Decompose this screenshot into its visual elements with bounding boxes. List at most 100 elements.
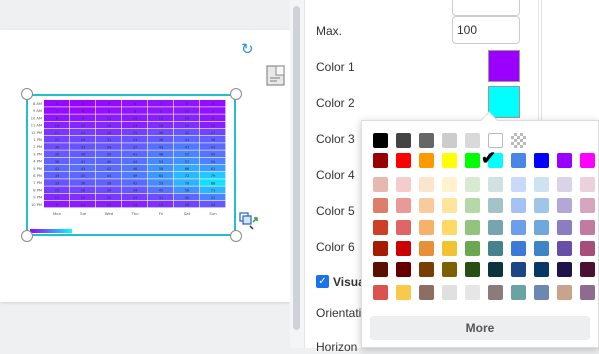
more-colors-button[interactable]: More: [370, 316, 590, 340]
color-swatch[interactable]: [465, 285, 480, 300]
color-swatch[interactable]: [511, 133, 526, 148]
color-swatch[interactable]: [419, 153, 434, 168]
color-swatch[interactable]: [557, 241, 572, 256]
color-swatch[interactable]: [396, 198, 411, 213]
visual-checkbox[interactable]: ✓: [316, 275, 329, 288]
resize-handle-top-left[interactable]: [21, 88, 33, 100]
heatmap-cell-label: 31: [107, 138, 112, 142]
color-swatch[interactable]: [396, 241, 411, 256]
color-swatch[interactable]: [465, 262, 480, 277]
color-swatch[interactable]: [557, 198, 572, 213]
color-swatch[interactable]: [419, 177, 434, 192]
heatmap-chart[interactable]: 3 2 4 6 7 8 58 AM5 4 6 8 9 10 79 AM8 9 11 10 12 14 910 AM1…: [28, 96, 234, 234]
color-swatch[interactable]: [534, 177, 549, 192]
color-swatch[interactable]: [419, 262, 434, 277]
color-swatch[interactable]: [442, 262, 457, 277]
color-swatch[interactable]: [580, 198, 595, 213]
resize-handle-top-right[interactable]: [230, 88, 242, 100]
color-swatch[interactable]: [373, 241, 388, 256]
color-swatch[interactable]: [534, 153, 549, 168]
color-swatch[interactable]: [488, 133, 503, 148]
color-swatch[interactable]: [442, 153, 457, 168]
color-swatch[interactable]: [419, 285, 434, 300]
color-swatch[interactable]: [488, 262, 503, 277]
heatmap-cell-label: 38: [211, 138, 216, 142]
color-swatch[interactable]: [511, 177, 526, 192]
color-swatch[interactable]: [511, 198, 526, 213]
color-swatch[interactable]: [373, 177, 388, 192]
resize-handle-bottom-left[interactable]: [21, 230, 33, 242]
color-swatch[interactable]: [511, 153, 526, 168]
color-swatch[interactable]: [373, 262, 388, 277]
color-swatch[interactable]: [580, 285, 595, 300]
color-swatch[interactable]: [580, 220, 595, 235]
min-value-input[interactable]: [452, 0, 520, 16]
color1-swatch[interactable]: [488, 50, 520, 82]
resize-handle-bottom-right[interactable]: [230, 230, 242, 242]
color-swatch[interactable]: [396, 133, 411, 148]
color-swatch[interactable]: [442, 241, 457, 256]
color-swatch[interactable]: [557, 220, 572, 235]
color-swatch[interactable]: [396, 153, 411, 168]
heatmap-row-label: 4 PM: [33, 160, 42, 164]
color-swatch[interactable]: [373, 285, 388, 300]
color-swatch[interactable]: [396, 262, 411, 277]
heatmap-cell-label: 19: [159, 203, 164, 207]
color-swatch[interactable]: [557, 153, 572, 168]
color-swatch[interactable]: [511, 241, 526, 256]
color2-swatch[interactable]: [488, 86, 520, 118]
color-swatch[interactable]: [419, 220, 434, 235]
color-swatch[interactable]: [557, 262, 572, 277]
color-swatch[interactable]: [442, 133, 457, 148]
color-swatch[interactable]: [465, 153, 480, 168]
widget-settings-icon[interactable]: [265, 63, 287, 87]
duplicate-icon[interactable]: [239, 212, 259, 230]
color-swatch[interactable]: [534, 241, 549, 256]
heatmap-widget[interactable]: 32467858 AM 5 4 6 8 9 10 7 9 AM 8 9 11 10 12 14 9 10 AM 1…: [26, 94, 236, 236]
color-swatch[interactable]: [419, 133, 434, 148]
color-swatch[interactable]: [419, 198, 434, 213]
canvas-scrollbar[interactable]: [290, 0, 304, 348]
color-swatch[interactable]: [534, 262, 549, 277]
color-swatch[interactable]: [373, 133, 388, 148]
color-swatch[interactable]: [465, 241, 480, 256]
color-swatch[interactable]: [534, 285, 549, 300]
color-swatch[interactable]: [534, 198, 549, 213]
color-swatch[interactable]: [488, 285, 503, 300]
color-swatch[interactable]: [488, 198, 503, 213]
color-swatch[interactable]: [442, 285, 457, 300]
color-swatch[interactable]: [373, 153, 388, 168]
color-swatch[interactable]: [396, 285, 411, 300]
color-swatch[interactable]: [442, 177, 457, 192]
color-swatch[interactable]: [442, 220, 457, 235]
color-swatch[interactable]: [396, 177, 411, 192]
rotate-icon[interactable]: ↻: [241, 42, 254, 57]
max-value-input[interactable]: [452, 16, 520, 44]
color-swatch[interactable]: [511, 220, 526, 235]
color-swatch[interactable]: [580, 241, 595, 256]
color-swatch[interactable]: [419, 241, 434, 256]
color-swatch[interactable]: [580, 262, 595, 277]
color-swatch[interactable]: [580, 153, 595, 168]
color-swatch[interactable]: [465, 133, 480, 148]
color-swatch[interactable]: [580, 177, 595, 192]
color-swatch[interactable]: [511, 285, 526, 300]
color-swatch[interactable]: [465, 220, 480, 235]
color-swatch[interactable]: [488, 177, 503, 192]
scrollbar-thumb[interactable]: [293, 6, 300, 330]
color-swatch[interactable]: [465, 177, 480, 192]
color-swatch[interactable]: [442, 198, 457, 213]
heatmap-cell-label: 27: [55, 138, 60, 142]
color-swatch[interactable]: [557, 285, 572, 300]
color-swatch[interactable]: [373, 220, 388, 235]
color-swatch[interactable]: [511, 262, 526, 277]
color-swatch[interactable]: [557, 177, 572, 192]
heatmap-cell-label: 29: [81, 138, 86, 142]
slide-page[interactable]: 32467858 AM 5 4 6 8 9 10 7 9 AM 8 9 11 10 12 14 9 10 AM 1…: [0, 30, 290, 302]
color-swatch[interactable]: [488, 220, 503, 235]
color-swatch[interactable]: [488, 241, 503, 256]
color-swatch[interactable]: [396, 220, 411, 235]
color-swatch[interactable]: [373, 198, 388, 213]
color-swatch[interactable]: [534, 220, 549, 235]
color-swatch[interactable]: [465, 198, 480, 213]
